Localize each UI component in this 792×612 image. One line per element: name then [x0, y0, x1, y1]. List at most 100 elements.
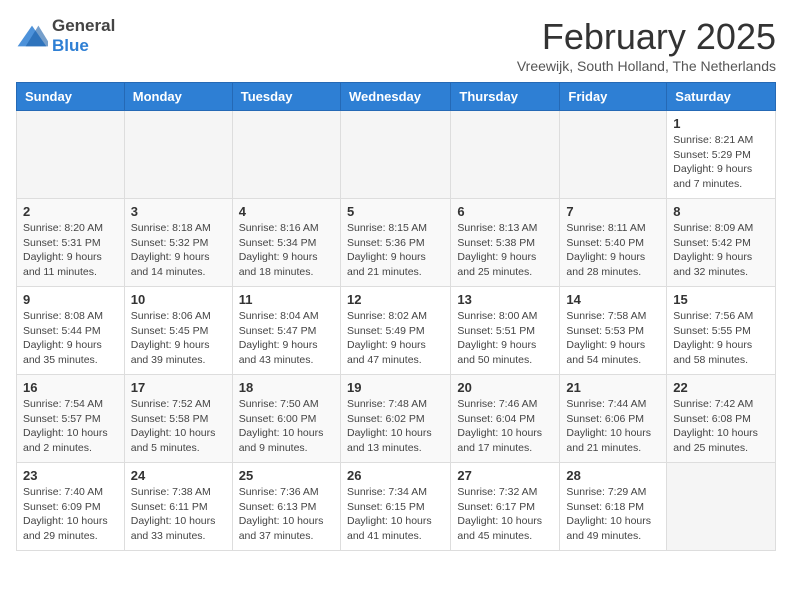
day-cell: 18 Sunrise: 7:50 AM Sunset: 6:00 PM Dayli…: [232, 375, 340, 463]
day-info: Sunrise: 7:52 AM Sunset: 5:58 PM Dayligh…: [131, 397, 226, 456]
day-cell: 20 Sunrise: 7:46 AM Sunset: 6:04 PM Dayli…: [451, 375, 560, 463]
logo-general: General: [52, 16, 115, 35]
day-info: Sunrise: 8:11 AM Sunset: 5:40 PM Dayligh…: [566, 221, 660, 280]
day-number: 12: [347, 292, 444, 307]
day-info: Sunrise: 8:00 AM Sunset: 5:51 PM Dayligh…: [457, 309, 553, 368]
day-number: 8: [673, 204, 769, 219]
day-info: Sunrise: 7:58 AM Sunset: 5:53 PM Dayligh…: [566, 309, 660, 368]
day-cell: [560, 111, 667, 199]
day-info: Sunrise: 7:29 AM Sunset: 6:18 PM Dayligh…: [566, 485, 660, 544]
day-cell: 14Sunrise: 7:58 AM Sunset: 5:53 PM Dayli…: [560, 287, 667, 375]
day-info: Sunrise: 7:48 AM Sunset: 6:02 PM Dayligh…: [347, 397, 444, 456]
day-cell: 22 Sunrise: 7:42 AM Sunset: 6:08 PM Dayli…: [667, 375, 776, 463]
day-info: Sunrise: 8:06 AM Sunset: 5:45 PM Dayligh…: [131, 309, 226, 368]
day-cell: 11 Sunrise: 8:04 AM Sunset: 5:47 PM Dayli…: [232, 287, 340, 375]
logo-icon: [16, 24, 48, 48]
day-number: 4: [239, 204, 334, 219]
day-cell: 23 Sunrise: 7:40 AM Sunset: 6:09 PM Dayli…: [17, 463, 125, 551]
day-info: Sunrise: 8:09 AM Sunset: 5:42 PM Dayligh…: [673, 221, 769, 280]
day-info: Sunrise: 7:32 AM Sunset: 6:17 PM Dayligh…: [457, 485, 553, 544]
day-info: Sunrise: 7:38 AM Sunset: 6:11 PM Dayligh…: [131, 485, 226, 544]
day-number: 19: [347, 380, 444, 395]
title-area: February 2025 Vreewijk, South Holland, T…: [517, 16, 776, 74]
day-cell: [451, 111, 560, 199]
day-info: Sunrise: 8:16 AM Sunset: 5:34 PM Dayligh…: [239, 221, 334, 280]
day-number: 5: [347, 204, 444, 219]
day-cell: 28Sunrise: 7:29 AM Sunset: 6:18 PM Dayli…: [560, 463, 667, 551]
weekday-header-tuesday: Tuesday: [232, 83, 340, 111]
day-cell: 19 Sunrise: 7:48 AM Sunset: 6:02 PM Dayli…: [340, 375, 450, 463]
day-number: 9: [23, 292, 118, 307]
day-number: 11: [239, 292, 334, 307]
day-info: Sunrise: 7:40 AM Sunset: 6:09 PM Dayligh…: [23, 485, 118, 544]
day-number: 25: [239, 468, 334, 483]
weekday-header-row: SundayMondayTuesdayWednesdayThursdayFrid…: [17, 83, 776, 111]
logo-blue: Blue: [52, 36, 89, 55]
day-cell: 25 Sunrise: 7:36 AM Sunset: 6:13 PM Dayli…: [232, 463, 340, 551]
day-info: Sunrise: 7:46 AM Sunset: 6:04 PM Dayligh…: [457, 397, 553, 456]
week-row-2: 2Sunrise: 8:20 AM Sunset: 5:31 PM Daylig…: [17, 199, 776, 287]
day-number: 6: [457, 204, 553, 219]
month-title: February 2025: [517, 16, 776, 58]
weekday-header-wednesday: Wednesday: [340, 83, 450, 111]
day-info: Sunrise: 7:44 AM Sunset: 6:06 PM Dayligh…: [566, 397, 660, 456]
day-cell: 21 Sunrise: 7:44 AM Sunset: 6:06 PM Dayli…: [560, 375, 667, 463]
weekday-header-friday: Friday: [560, 83, 667, 111]
day-number: 18: [239, 380, 334, 395]
day-number: 16: [23, 380, 118, 395]
day-cell: 26 Sunrise: 7:34 AM Sunset: 6:15 PM Dayli…: [340, 463, 450, 551]
day-number: 10: [131, 292, 226, 307]
location-title: Vreewijk, South Holland, The Netherlands: [517, 58, 776, 74]
day-info: Sunrise: 7:56 AM Sunset: 5:55 PM Dayligh…: [673, 309, 769, 368]
day-cell: 5 Sunrise: 8:15 AM Sunset: 5:36 PM Daylig…: [340, 199, 450, 287]
day-number: 2: [23, 204, 118, 219]
day-info: Sunrise: 7:54 AM Sunset: 5:57 PM Dayligh…: [23, 397, 118, 456]
day-number: 26: [347, 468, 444, 483]
day-cell: [17, 111, 125, 199]
day-cell: 12 Sunrise: 8:02 AM Sunset: 5:49 PM Dayli…: [340, 287, 450, 375]
day-number: 1: [673, 116, 769, 131]
logo: General Blue: [16, 16, 115, 56]
day-cell: 16 Sunrise: 7:54 AM Sunset: 5:57 PM Dayli…: [17, 375, 125, 463]
day-info: Sunrise: 8:02 AM Sunset: 5:49 PM Dayligh…: [347, 309, 444, 368]
day-cell: 15 Sunrise: 7:56 AM Sunset: 5:55 PM Dayli…: [667, 287, 776, 375]
day-cell: 2Sunrise: 8:20 AM Sunset: 5:31 PM Daylig…: [17, 199, 125, 287]
day-cell: 8 Sunrise: 8:09 AM Sunset: 5:42 PM Daylig…: [667, 199, 776, 287]
week-row-3: 9 Sunrise: 8:08 AM Sunset: 5:44 PM Daylig…: [17, 287, 776, 375]
day-info: Sunrise: 8:18 AM Sunset: 5:32 PM Dayligh…: [131, 221, 226, 280]
page-header: General Blue February 2025 Vreewijk, Sou…: [16, 16, 776, 74]
weekday-header-thursday: Thursday: [451, 83, 560, 111]
day-number: 17: [131, 380, 226, 395]
day-number: 3: [131, 204, 226, 219]
day-number: 15: [673, 292, 769, 307]
day-info: Sunrise: 7:34 AM Sunset: 6:15 PM Dayligh…: [347, 485, 444, 544]
day-cell: 4 Sunrise: 8:16 AM Sunset: 5:34 PM Daylig…: [232, 199, 340, 287]
day-info: Sunrise: 8:15 AM Sunset: 5:36 PM Dayligh…: [347, 221, 444, 280]
day-info: Sunrise: 8:08 AM Sunset: 5:44 PM Dayligh…: [23, 309, 118, 368]
day-info: Sunrise: 7:42 AM Sunset: 6:08 PM Dayligh…: [673, 397, 769, 456]
day-cell: 7 Sunrise: 8:11 AM Sunset: 5:40 PM Daylig…: [560, 199, 667, 287]
day-info: Sunrise: 7:36 AM Sunset: 6:13 PM Dayligh…: [239, 485, 334, 544]
week-row-4: 16 Sunrise: 7:54 AM Sunset: 5:57 PM Dayli…: [17, 375, 776, 463]
weekday-header-monday: Monday: [124, 83, 232, 111]
day-info: Sunrise: 8:04 AM Sunset: 5:47 PM Dayligh…: [239, 309, 334, 368]
day-cell: [340, 111, 450, 199]
weekday-header-sunday: Sunday: [17, 83, 125, 111]
day-number: 23: [23, 468, 118, 483]
day-number: 7: [566, 204, 660, 219]
calendar-table: SundayMondayTuesdayWednesdayThursdayFrid…: [16, 82, 776, 551]
day-cell: 1Sunrise: 8:21 AM Sunset: 5:29 PM Daylig…: [667, 111, 776, 199]
day-number: 22: [673, 380, 769, 395]
day-info: Sunrise: 7:50 AM Sunset: 6:00 PM Dayligh…: [239, 397, 334, 456]
day-cell: 6 Sunrise: 8:13 AM Sunset: 5:38 PM Daylig…: [451, 199, 560, 287]
day-info: Sunrise: 8:13 AM Sunset: 5:38 PM Dayligh…: [457, 221, 553, 280]
day-number: 21: [566, 380, 660, 395]
day-cell: 9 Sunrise: 8:08 AM Sunset: 5:44 PM Daylig…: [17, 287, 125, 375]
week-row-1: 1Sunrise: 8:21 AM Sunset: 5:29 PM Daylig…: [17, 111, 776, 199]
day-cell: [232, 111, 340, 199]
day-number: 20: [457, 380, 553, 395]
day-cell: [667, 463, 776, 551]
day-cell: 27 Sunrise: 7:32 AM Sunset: 6:17 PM Dayli…: [451, 463, 560, 551]
day-number: 27: [457, 468, 553, 483]
day-cell: 3 Sunrise: 8:18 AM Sunset: 5:32 PM Daylig…: [124, 199, 232, 287]
